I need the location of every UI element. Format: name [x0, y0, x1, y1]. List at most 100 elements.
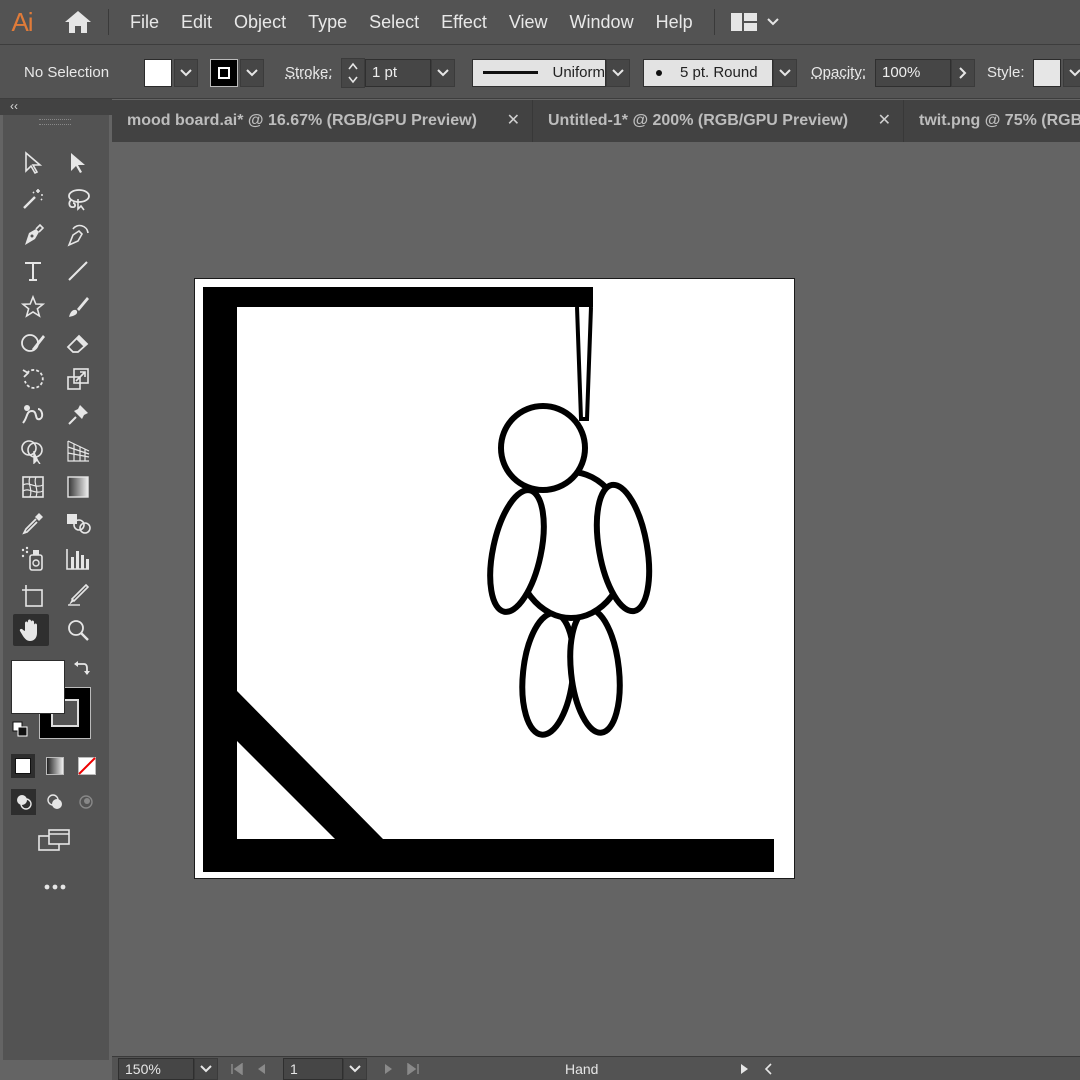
brush-field[interactable]: 5 pt. Round — [643, 58, 773, 87]
draw-inside-icon[interactable] — [74, 789, 99, 815]
curvature-tool-icon[interactable] — [60, 219, 96, 251]
line-segment-tool-icon[interactable] — [60, 255, 96, 287]
column-graph-tool-icon[interactable] — [60, 543, 96, 575]
screen-mode-icon[interactable] — [36, 824, 72, 856]
stroke-control[interactable] — [210, 45, 264, 100]
chevron-down-icon — [766, 18, 779, 26]
collapse-panel-button[interactable]: ‹‹ — [10, 99, 18, 113]
tab-untitled-1[interactable]: Untitled-1* @ 200% (RGB/GPU Preview) ✕ — [533, 100, 904, 142]
stroke-weight-stepper[interactable] — [341, 57, 365, 88]
draw-normal-icon[interactable] — [11, 789, 37, 815]
blend-tool-icon[interactable] — [60, 507, 96, 539]
first-artboard-icon[interactable] — [230, 1063, 244, 1075]
stroke-label[interactable]: Stroke: — [285, 45, 333, 100]
direct-selection-tool-icon[interactable] — [60, 147, 96, 179]
menu-select[interactable]: Select — [358, 0, 430, 44]
rotate-tool-icon[interactable] — [15, 363, 51, 395]
symbol-sprayer-tool-icon[interactable] — [15, 543, 51, 575]
menu-object[interactable]: Object — [223, 0, 297, 44]
opacity-field[interactable]: 100% — [875, 58, 951, 87]
close-icon[interactable]: ✕ — [878, 110, 891, 130]
stroke-profile-field[interactable]: Uniform — [472, 58, 606, 87]
warp-tool-icon[interactable] — [15, 399, 51, 431]
menu-effect[interactable]: Effect — [430, 0, 498, 44]
selection-status: No Selection — [24, 64, 110, 81]
lasso-tool-icon[interactable] — [60, 183, 96, 215]
draw-behind-icon[interactable] — [42, 789, 67, 815]
artboard-number-field[interactable]: 1 — [283, 1058, 343, 1080]
artboard-tool-icon[interactable] — [15, 579, 51, 611]
artboard-dropdown[interactable] — [343, 1058, 367, 1080]
pen-tool-icon[interactable] — [15, 219, 51, 251]
selection-tool-icon[interactable] — [15, 147, 51, 179]
last-artboard-icon[interactable] — [406, 1063, 420, 1075]
menu-view[interactable]: View — [498, 0, 559, 44]
shape-builder-tool-icon[interactable] — [15, 435, 51, 467]
color-button[interactable] — [11, 754, 35, 778]
status-menu-icon[interactable] — [740, 1063, 750, 1075]
eyedropper-tool-icon[interactable] — [15, 507, 51, 539]
shaper-tool-icon[interactable] — [15, 327, 51, 359]
brush-control[interactable]: 5 pt. Round — [643, 45, 797, 100]
star-tool-icon[interactable] — [15, 291, 51, 323]
gradient-tool-icon[interactable] — [60, 471, 96, 503]
stroke-weight-field[interactable]: 1 pt — [365, 58, 431, 87]
stroke-profile-control[interactable]: Uniform — [472, 45, 630, 100]
magic-wand-tool-icon[interactable] — [15, 183, 51, 215]
style-swatch[interactable] — [1033, 58, 1061, 87]
artboard[interactable] — [194, 278, 795, 879]
zoom-dropdown[interactable] — [194, 1058, 218, 1080]
eraser-tool-icon[interactable] — [60, 327, 96, 359]
chevron-down-icon — [180, 68, 192, 76]
more-tools-icon[interactable] — [37, 871, 73, 903]
paintbrush-tool-icon[interactable] — [60, 291, 96, 323]
menu-type[interactable]: Type — [297, 0, 358, 44]
puppet-warp-tool-icon[interactable] — [60, 399, 96, 431]
stroke-swatch[interactable] — [210, 58, 238, 87]
zoom-tool-icon[interactable] — [60, 614, 96, 646]
stroke-weight-dropdown[interactable] — [431, 58, 455, 87]
menu-window[interactable]: Window — [559, 0, 645, 44]
fill-swatch[interactable] — [144, 58, 172, 87]
fill-swatch-large[interactable] — [11, 660, 65, 714]
previous-artboard-icon[interactable] — [256, 1063, 266, 1075]
style-control[interactable] — [1033, 45, 1080, 100]
slice-tool-icon[interactable] — [60, 579, 96, 611]
menu-file[interactable]: File — [119, 0, 170, 44]
type-tool-icon[interactable] — [15, 255, 51, 287]
next-artboard-icon[interactable] — [384, 1063, 394, 1075]
zoom-field[interactable]: 150% — [118, 1058, 194, 1080]
zoom-control[interactable]: 150% — [118, 1057, 218, 1080]
artboard-number-control[interactable]: 1 — [283, 1057, 367, 1080]
panel-grip[interactable] — [39, 119, 71, 125]
brush-dropdown[interactable] — [773, 58, 797, 87]
style-dropdown[interactable] — [1063, 58, 1080, 87]
opacity-control[interactable]: 100% — [875, 45, 975, 100]
menu-edit[interactable]: Edit — [170, 0, 223, 44]
hand-tool-icon[interactable] — [13, 614, 49, 646]
mesh-tool-icon[interactable] — [15, 471, 51, 503]
workspace-switcher[interactable] — [730, 13, 779, 31]
tab-mood-board[interactable]: mood board.ai* @ 16.67% (RGB/GPU Preview… — [112, 100, 533, 142]
status-menu[interactable] — [740, 1057, 772, 1080]
stroke-profile-dropdown[interactable] — [606, 58, 630, 87]
perspective-grid-tool-icon[interactable] — [60, 435, 96, 467]
gradient-button[interactable] — [43, 754, 67, 778]
close-icon[interactable]: ✕ — [507, 110, 520, 130]
fill-control[interactable] — [144, 45, 198, 100]
none-button[interactable] — [75, 754, 99, 778]
stroke-dropdown[interactable] — [240, 58, 264, 87]
chevron-left-icon[interactable] — [764, 1063, 772, 1075]
scale-tool-icon[interactable] — [60, 363, 96, 395]
fill-dropdown[interactable] — [174, 58, 198, 87]
workspace-layout-icon — [730, 13, 757, 31]
stroke-weight-control[interactable]: 1 pt — [341, 45, 455, 100]
tab-twit-png[interactable]: twit.png @ 75% (RGB — [904, 100, 1080, 142]
swap-fill-stroke-icon[interactable] — [69, 657, 93, 681]
default-fill-stroke-icon[interactable] — [9, 718, 31, 740]
menu-help[interactable]: Help — [645, 0, 704, 44]
opacity-label[interactable]: Opacity: — [811, 45, 866, 100]
document-tabs: mood board.ai* @ 16.67% (RGB/GPU Preview… — [112, 100, 1080, 142]
home-icon[interactable] — [58, 0, 98, 44]
opacity-expand[interactable] — [951, 58, 975, 87]
